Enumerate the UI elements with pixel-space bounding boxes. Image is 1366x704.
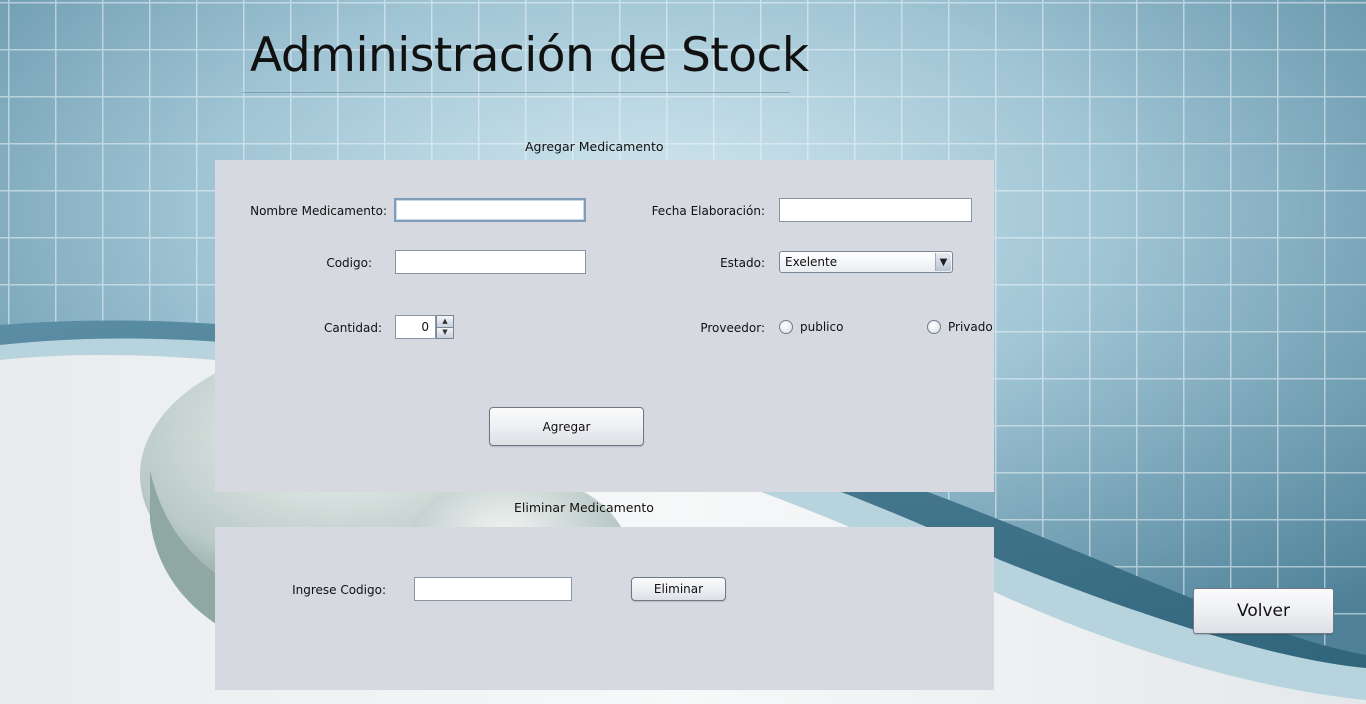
cantidad-label: Cantidad:	[323, 321, 382, 335]
page-title: Administración de Stock	[250, 28, 809, 83]
chevron-down-icon: ▼	[442, 328, 448, 337]
fecha-elaboracion-input[interactable]	[779, 198, 972, 222]
add-section-heading: Agregar Medicamento	[525, 139, 664, 154]
delete-section-heading: Eliminar Medicamento	[514, 500, 654, 515]
delete-medication-panel: Ingrese Codigo: Eliminar	[215, 527, 994, 690]
agregar-button[interactable]: Agregar	[489, 407, 644, 446]
spin-up-button[interactable]: ▲	[436, 315, 454, 328]
ingrese-codigo-label: Ingrese Codigo:	[292, 583, 386, 597]
fecha-label: Fecha Elaboración:	[651, 204, 765, 218]
radio-circle[interactable]	[927, 320, 941, 334]
nombre-medicamento-input[interactable]	[394, 198, 586, 222]
spin-down-button[interactable]: ▼	[436, 327, 454, 339]
chevron-down-icon: ▼	[935, 253, 951, 271]
proveedor-label: Proveedor:	[700, 321, 765, 335]
radio-circle[interactable]	[779, 320, 793, 334]
estado-select[interactable]: Exelente ▼	[779, 251, 953, 273]
radio-publico-label: publico	[800, 320, 844, 334]
estado-label: Estado:	[720, 256, 765, 270]
estado-selected-value: Exelente	[785, 255, 838, 269]
cantidad-value[interactable]: 0	[395, 315, 436, 339]
volver-button[interactable]: Volver	[1193, 588, 1334, 634]
delete-codigo-input[interactable]	[414, 577, 572, 601]
codigo-input[interactable]	[395, 250, 586, 274]
chevron-up-icon: ▲	[442, 316, 448, 325]
radio-publico[interactable]: publico	[779, 320, 843, 334]
codigo-label: Codigo:	[326, 256, 372, 270]
radio-privado[interactable]: Privado	[927, 320, 993, 334]
title-divider	[242, 92, 790, 93]
add-medication-panel: Nombre Medicamento: Codigo: Cantidad: 0 …	[215, 160, 994, 492]
eliminar-button[interactable]: Eliminar	[631, 577, 726, 601]
radio-privado-label: Privado	[948, 320, 993, 334]
cantidad-spinner[interactable]: 0 ▲ ▼	[395, 315, 454, 339]
nombre-label: Nombre Medicamento:	[250, 204, 387, 218]
